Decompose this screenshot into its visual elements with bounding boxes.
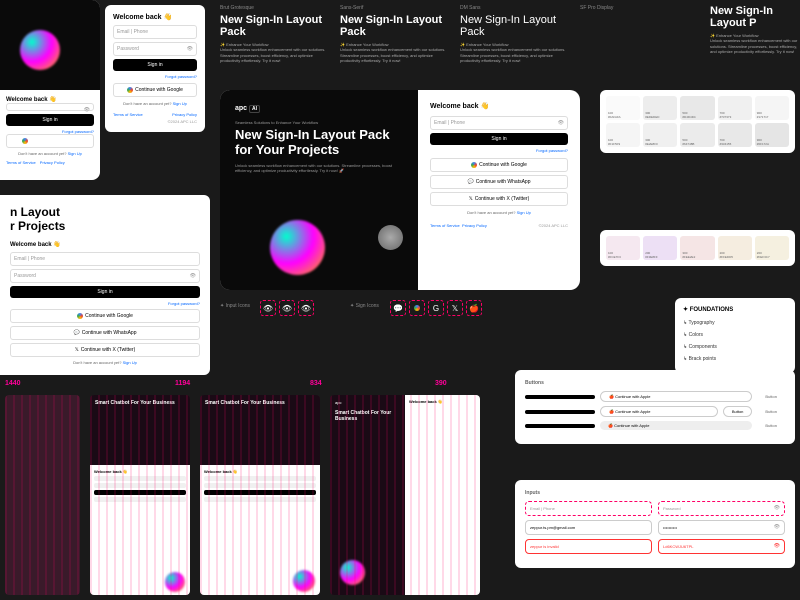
signin-card-mobile: Welcome back 👋 Email | Phone Password👁 S… [105, 5, 205, 132]
password-input-filled[interactable]: ••••••••••👁 [658, 520, 785, 535]
type-specimen-brut: Brut Grotesque New Sign-In Layout Pack ✨… [220, 5, 330, 63]
email-input-filled[interactable]: zeppur.ts.pm@gmail.com [525, 520, 652, 535]
breakpoint-834: 834 [310, 380, 322, 387]
inputs-panel: Inputs Email | Phone Password👁 zeppur.ts… [515, 480, 795, 568]
forgot-link[interactable]: Forgot password? [430, 148, 568, 153]
button-primary[interactable] [525, 395, 595, 399]
color-swatch: 500#D4D4D4 [680, 96, 714, 120]
color-swatch: 500#64748B [680, 123, 714, 147]
google-icon-mono: G [428, 300, 444, 316]
partial-signin-card: Welcome back 👋 👁 Sign in Forgot password… [0, 0, 100, 180]
password-input-empty[interactable]: Password👁 [658, 501, 785, 516]
forgot-link[interactable]: Forgot password? [113, 74, 197, 79]
apple-icon: 🍎 [466, 300, 482, 316]
whatsapp-icon: 💬 [390, 300, 406, 316]
type-specimen-sans: Sans-Serif New Sign-In Layout Pack ✨ Enh… [340, 5, 450, 63]
type-specimen-sf: SF Pro Display [580, 5, 690, 14]
color-swatch: 300#FEE2E2 [680, 236, 714, 260]
foundations-item[interactable]: ↳ Typography [683, 317, 787, 329]
google-button[interactable]: Continue with Google [6, 134, 94, 148]
frame-834: Smart Chatbot For Your Business Welcome … [200, 395, 320, 595]
frame-1440 [5, 395, 80, 595]
color-swatch: 200#FEF3C7 [755, 236, 789, 260]
icons-label: ✦ Sign Icons [350, 303, 379, 309]
password-input[interactable]: 👁 [6, 103, 94, 111]
whatsapp-button[interactable]: 💬Continue with WhatsApp [430, 175, 568, 189]
eye-off-icon: 👁 [260, 300, 276, 316]
foundations-item[interactable]: ↳ Brack points [683, 353, 787, 365]
google-button[interactable]: Continue with Google [10, 309, 200, 323]
password-input[interactable]: Password👁 [113, 42, 197, 56]
signup-link[interactable]: Sign Up [68, 151, 82, 156]
signin-button[interactable]: Sign in [6, 114, 94, 126]
breakpoint-1194: 1194 [175, 380, 190, 387]
email-input[interactable]: Email | Phone [113, 25, 197, 39]
color-swatch: 300#EDEDED [643, 96, 677, 120]
color-swatches-accent: 100#FCE7F3200#F3E8FF300#FEE2E2200#FFEDD5… [600, 230, 795, 266]
frame-1194: iPad Pro 11" - Portrait Smart Chatbot Fo… [90, 395, 190, 595]
foundations-item[interactable]: ↳ Components [683, 341, 787, 353]
google-button[interactable]: Continue with Google [113, 83, 197, 97]
welcome-heading: Welcome back 👋 [113, 13, 197, 21]
email-input[interactable]: Email | Phone [10, 252, 200, 266]
sign-icons: 💬 G 𝕏 🍎 [390, 300, 482, 316]
foundations-item[interactable]: ↳ Colors [683, 329, 787, 341]
type-specimen-dm: DM Sans New Sign-In Layout Pack ✨ Enhanc… [460, 5, 570, 63]
apple-button[interactable]: 🍎 Continue with Apple [600, 391, 752, 402]
color-swatch: 100#F1F5F9 [606, 123, 640, 147]
color-swatch: 100#FAFAFA [606, 96, 640, 120]
input-icons: 👁 👁 👁 [260, 300, 314, 316]
color-swatch: 200#FFEDD5 [718, 236, 752, 260]
google-button[interactable]: Continue with Google [430, 158, 568, 172]
email-input-empty[interactable]: Email | Phone [525, 501, 652, 516]
color-swatch: 100#FCE7F3 [606, 236, 640, 260]
color-swatch: 700#737373 [718, 96, 752, 120]
hero-headline: New Sign-In Layout Pack for Your Project… [235, 128, 403, 158]
signin-button[interactable]: Sign in [10, 286, 200, 298]
color-swatches-neutral: 100#FAFAFA300#EDEDED500#D4D4D4700#737373… [600, 90, 795, 153]
color-swatch: 300#E2E8F0 [643, 123, 677, 147]
color-swatch: 900#0F172A [755, 123, 789, 147]
eye-icon: 👁 [774, 505, 780, 511]
password-input-error[interactable]: Ld6KCWJU6TPL👁 [658, 539, 785, 554]
email-input[interactable]: Email | Phone👁 [430, 116, 568, 130]
color-swatch: 700#334155 [718, 123, 752, 147]
x-icon: 𝕏 [447, 300, 463, 316]
whatsapp-button[interactable]: 💬Continue with WhatsApp [10, 326, 200, 340]
main-signin-card: apc AI Seamless Solutions to Enhance You… [220, 90, 580, 290]
twitter-button[interactable]: 𝕏Continue with X (Twitter) [430, 192, 568, 206]
icons-label: ✦ Input Icons [220, 303, 250, 309]
signin-button[interactable]: Sign in [430, 133, 568, 145]
left-partial-card: n Layout r Projects Welcome back 👋 Email… [0, 195, 210, 375]
breakpoint-1440: 1440 [5, 380, 21, 387]
color-swatch: 200#F3E8FF [643, 236, 677, 260]
logo: apc AI [235, 105, 403, 112]
signin-button[interactable]: Sign in [113, 59, 197, 71]
type-specimen-sf-full: New Sign-In Layout P ✨ Enhance Your Work… [710, 5, 800, 54]
foundations-card: ✦ FOUNDATIONS ↳ Typography ↳ Colors ↳ Co… [675, 298, 795, 373]
eye-icon: 👁 [774, 543, 780, 549]
eye-icon: 👁 [279, 300, 295, 316]
breakpoint-390: 390 [435, 380, 447, 387]
welcome-heading: Welcome back 👋 [6, 96, 94, 103]
color-swatch: 900#171717 [755, 96, 789, 120]
frame-390: Mobile apcSmart Chatbot For Your Busines… [330, 395, 480, 595]
eye-icon: 👁 [298, 300, 314, 316]
eye-icon: 👁 [774, 524, 780, 530]
google-icon [409, 300, 425, 316]
twitter-button[interactable]: 𝕏Continue with X (Twitter) [10, 343, 200, 357]
email-input-error[interactable]: zeppur is invalid [525, 539, 652, 554]
buttons-panel: Buttons 🍎 Continue with Apple Button 🍎 C… [515, 370, 795, 444]
welcome-heading: Welcome back 👋 [430, 102, 568, 110]
password-input[interactable]: Password👁 [10, 269, 200, 283]
